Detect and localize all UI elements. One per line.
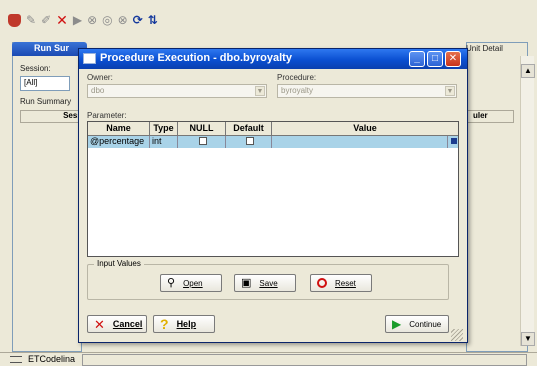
refresh-icon[interactable]: ⟳	[133, 13, 143, 27]
help-button[interactable]: ? Help	[153, 315, 215, 333]
procedure-label: Procedure:	[277, 73, 317, 82]
unit-detail-panel	[466, 42, 528, 352]
play-icon[interactable]: ▶	[73, 13, 82, 27]
continue-button[interactable]: ▶ Continue	[385, 315, 449, 333]
param-type-cell: int	[150, 136, 178, 148]
chevron-down-icon[interactable]: ▼	[255, 86, 265, 96]
default-checkbox[interactable]	[245, 137, 254, 145]
main-toolbar: ✎ ✐ ✕ ▶ ⊗ ◎ ⊗ ⟳ ⇅	[8, 10, 308, 30]
save-button[interactable]: ▣ Save	[234, 274, 296, 292]
row-selector[interactable]	[448, 136, 458, 148]
reset-button[interactable]: Reset	[310, 274, 372, 292]
pause-icon[interactable]: ◎	[102, 13, 112, 27]
column-header-null[interactable]: NULL	[178, 122, 226, 136]
column-header-default[interactable]: Default	[226, 122, 272, 136]
run-summary-label: Run Summary	[20, 97, 72, 106]
edit-icon[interactable]: ✐	[41, 13, 51, 27]
cancel-icon[interactable]: ⊗	[118, 13, 128, 27]
resize-grip-icon[interactable]	[451, 329, 463, 341]
cancel-button[interactable]: ✕ Cancel	[87, 315, 147, 333]
input-values-label: Input Values	[94, 259, 144, 268]
list-icon	[10, 356, 22, 363]
continue-label: Continue	[409, 319, 442, 329]
default-cell	[226, 136, 272, 148]
scheduler-column-header[interactable]: uler	[466, 110, 514, 123]
session-field[interactable]: [All]	[20, 76, 70, 91]
scroll-down-icon[interactable]: ▼	[521, 332, 535, 346]
procedure-execution-dialog: Procedure Execution - dbo.byroyalty _ □ …	[78, 48, 468, 343]
reset-label: Reset	[335, 278, 356, 288]
column-header-name[interactable]: Name	[88, 122, 150, 136]
tab-run-summary[interactable]: Run Sur	[12, 42, 87, 56]
delete-icon[interactable]: ✕	[56, 13, 68, 27]
null-checkbox[interactable]	[198, 137, 207, 145]
red-x-icon: ✕	[94, 316, 105, 332]
grid-header: Name Type NULL Default Value	[88, 122, 458, 136]
procedure-value: byroyalty	[281, 86, 314, 95]
open-button[interactable]: ⚲ Open	[160, 274, 222, 292]
null-cell	[178, 136, 226, 148]
cancel-label: Cancel	[112, 319, 143, 329]
table-row[interactable]: @percentage int	[88, 136, 458, 148]
column-header-value[interactable]: Value	[272, 122, 458, 136]
window-icon	[83, 53, 96, 64]
owner-value: dbo	[91, 86, 105, 95]
parameter-label: Parameter:	[87, 111, 127, 120]
magnifier-icon: ⚲	[167, 276, 176, 289]
dialog-title: Procedure Execution - dbo.byroyalty	[100, 52, 292, 64]
maximize-button[interactable]: □	[427, 51, 443, 67]
vertical-scrollbar[interactable]: ▲ ▼	[520, 56, 535, 346]
close-button[interactable]: ✕	[445, 51, 461, 67]
dialog-titlebar[interactable]: Procedure Execution - dbo.byroyalty _ □ …	[79, 49, 467, 69]
input-values-group: Input Values ⚲ Open ▣ Save Reset	[87, 259, 449, 300]
status-text: ETCodelina	[28, 354, 76, 364]
status-bar: ETCodelina	[0, 352, 537, 366]
floppy-disk-icon: ▣	[241, 276, 252, 289]
status-field	[82, 354, 527, 366]
green-arrow-icon: ▶	[392, 316, 402, 331]
tab-unit-detail[interactable]: Unit Detail	[462, 42, 522, 56]
value-cell[interactable]	[272, 136, 448, 148]
param-name-cell: @percentage	[88, 136, 150, 148]
row-marker-icon	[451, 138, 457, 144]
parameter-grid[interactable]: Name Type NULL Default Value @percentage…	[87, 121, 459, 257]
open-label: Open	[183, 278, 203, 288]
save-label: Save	[259, 278, 278, 288]
owner-select[interactable]: dbo ▼	[87, 84, 267, 98]
column-header-type[interactable]: Type	[150, 122, 178, 136]
coffee-cup-icon[interactable]	[8, 13, 21, 27]
stop-icon[interactable]: ⊗	[87, 13, 97, 27]
help-label: Help	[176, 319, 197, 329]
session-label: Session:	[20, 64, 51, 73]
question-mark-icon: ?	[160, 315, 169, 332]
scroll-up-icon[interactable]: ▲	[521, 64, 535, 78]
run-icon[interactable]: ✎	[26, 13, 36, 27]
minimize-button[interactable]: _	[409, 51, 425, 67]
chevron-down-icon[interactable]: ▼	[445, 86, 455, 96]
owner-label: Owner:	[87, 73, 113, 82]
procedure-select[interactable]: byroyalty ▼	[277, 84, 457, 98]
sort-icon[interactable]: ⇅	[148, 13, 158, 27]
reset-icon	[317, 278, 327, 288]
